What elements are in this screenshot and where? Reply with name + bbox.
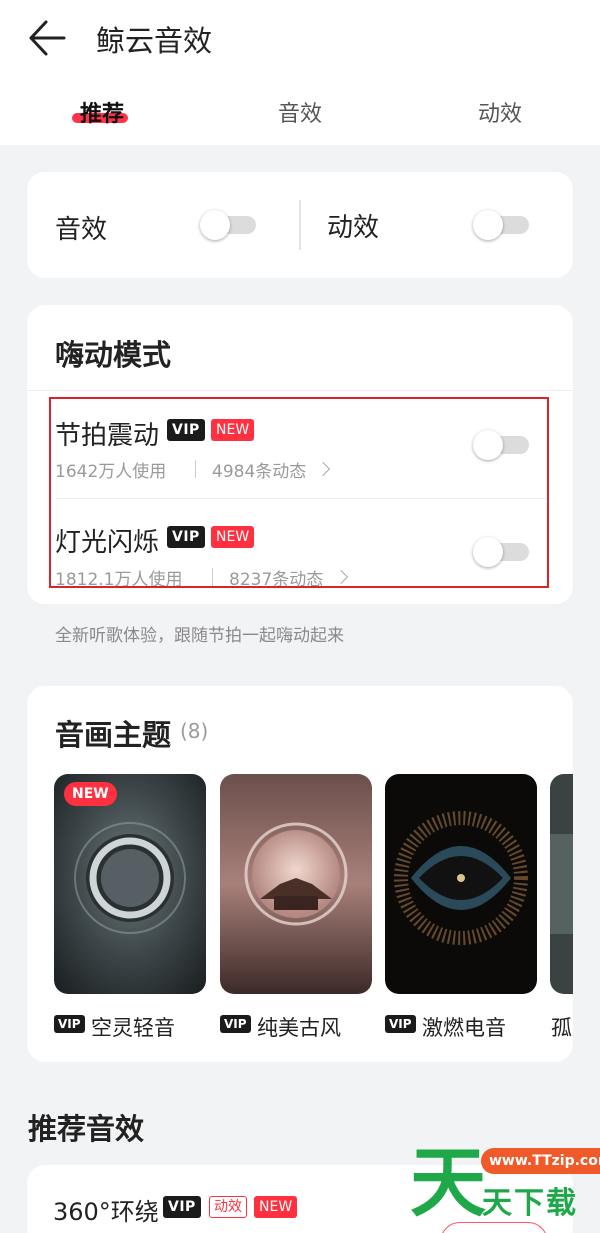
vip-badge: VIP (385, 1015, 416, 1033)
electronic-artwork-image (385, 774, 537, 994)
vip-badge: VIP (163, 1196, 201, 1218)
vip-badge: VIP (54, 1015, 85, 1033)
sound-effect-switch[interactable] (200, 210, 256, 240)
ring-artwork-image (54, 774, 206, 994)
theme-thumbnail-electronic[interactable] (385, 774, 537, 994)
sound-effect-label: 音效 (55, 215, 108, 245)
theme-label-electronic: 激燃电音 (422, 1016, 506, 1040)
new-badge: NEW (254, 1196, 298, 1218)
hi-mode-caption: 全新听歌体验，跟随节拍一起嗨动起来 (55, 626, 344, 646)
tab-recommend[interactable]: 推荐 (42, 96, 162, 128)
hi-mode-title: 嗨动模式 (55, 338, 172, 372)
theme-thumbnail-classical[interactable] (220, 774, 372, 994)
new-badge: NEW (64, 782, 117, 806)
watermark-url: www.TTzip.com (481, 1148, 600, 1174)
highlight-box (49, 397, 549, 588)
theme-label-ethereal: 空灵轻音 (91, 1016, 175, 1040)
theme-label-partial: 孤 (551, 1016, 572, 1040)
toggle-divider (299, 200, 301, 250)
motion-effect-label: 动效 (327, 213, 380, 243)
switch-knob (200, 210, 230, 240)
tab-bar: 推荐 音效 动效 (0, 96, 600, 136)
recommended-title: 推荐音效 (28, 1112, 145, 1146)
partial-artwork-image (550, 774, 573, 994)
site-watermark-logo: 天 www.TTzip.com 天下载 (408, 1138, 600, 1233)
theme-thumbnail-partial[interactable] (550, 774, 573, 994)
effects-toggle-card: 音效 动效 (27, 172, 573, 278)
surround-360-title: 360°环绕 (53, 1198, 159, 1226)
vip-badge: VIP (220, 1015, 251, 1033)
tab-sound-effects[interactable]: 音效 (240, 96, 360, 128)
themes-title: 音画主题 (55, 718, 172, 752)
theme-label-classical: 纯美古风 (257, 1016, 341, 1040)
tab-motion-effects[interactable]: 动效 (440, 96, 560, 128)
motion-effect-switch[interactable] (473, 210, 529, 240)
page-title: 鲸云音效 (96, 24, 213, 58)
themes-count: (8) (180, 719, 209, 743)
top-bar: 鲸云音效 推荐 音效 动效 (0, 0, 600, 145)
section-divider (27, 390, 573, 391)
back-arrow-icon[interactable] (26, 18, 70, 58)
watermark-big-char: 天 (410, 1138, 486, 1227)
theme-thumbnail-ethereal[interactable]: NEW (54, 774, 206, 994)
watermark-text: 天下载 (482, 1186, 578, 1221)
pavilion-artwork-image (220, 774, 372, 994)
switch-knob (473, 210, 503, 240)
motion-tag: 动效 (209, 1196, 247, 1218)
